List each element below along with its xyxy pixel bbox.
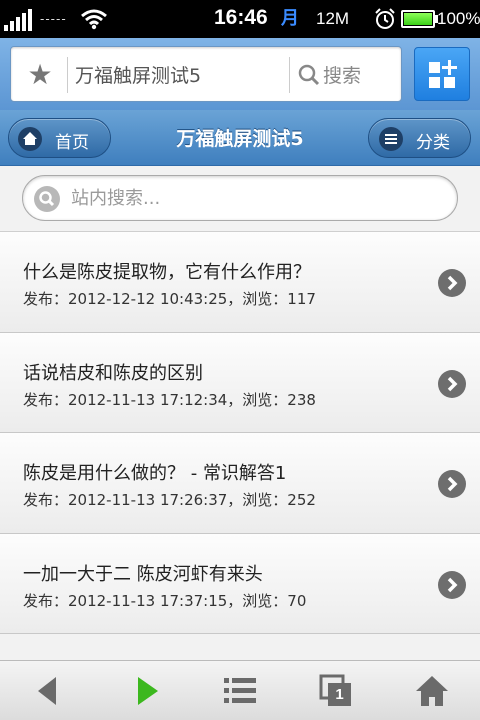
list-item[interactable]: 陈皮是用什么做的？ - 常识解答1 发布：2012-11-13 17:26:37… (0, 433, 480, 534)
article-meta: 发布：2012-12-12 10:43:25，浏览：117 (23, 290, 316, 308)
carrier-name: ----- (40, 12, 67, 26)
site-search-bar (0, 166, 480, 232)
divider (67, 57, 68, 93)
battery-percent: 100% (437, 9, 480, 28)
back-icon[interactable] (30, 673, 66, 709)
article-title: 话说桔皮和陈皮的区别 (23, 362, 203, 384)
memory-indicator: 12M (316, 9, 350, 28)
signal-icon (4, 9, 32, 31)
battery-level-fill (404, 13, 432, 25)
article-title: 什么是陈皮提取物，它有什么作用？ (23, 262, 311, 283)
chevron-right-icon (438, 369, 466, 398)
status-bar: ----- 16:46 月 12M 100% (0, 0, 480, 38)
page-title-field[interactable]: 万福触屏测试5 (75, 61, 201, 88)
home-label: 首页 (55, 133, 89, 153)
home-button[interactable]: 首页 (8, 118, 111, 158)
search-icon[interactable] (297, 63, 321, 87)
star-icon[interactable]: ★ (25, 60, 55, 90)
forward-icon[interactable] (130, 673, 166, 709)
article-meta: 发布：2012-11-13 17:12:34，浏览：238 (23, 390, 316, 409)
home-icon[interactable] (414, 673, 450, 709)
menu-icon[interactable] (222, 673, 258, 709)
list-item[interactable]: 话说桔皮和陈皮的区别 发布：2012-11-13 17:12:34，浏览：238 (0, 332, 480, 433)
search-icon (34, 186, 60, 212)
browser-url-bar: ★ 万福触屏测试5 搜索 (0, 38, 480, 110)
alarm-icon (375, 8, 395, 29)
category-label: 分类 (416, 133, 450, 153)
article-list: 什么是陈皮提取物，它有什么作用？ 发布：2012-12-12 10:43:25，… (0, 232, 480, 634)
chevron-right-icon (438, 269, 466, 297)
windows-button[interactable]: 1 (318, 673, 354, 709)
site-header: 首页 万福触屏测试5 分类 (0, 110, 480, 166)
chevron-right-icon (438, 470, 466, 498)
article-meta: 发布：2012-11-13 17:37:15，浏览：70 (23, 591, 307, 610)
list-item[interactable]: 什么是陈皮提取物，它有什么作用？ 发布：2012-12-12 10:43:25，… (0, 232, 480, 333)
address-box[interactable]: ★ 万福触屏测试5 搜索 (10, 46, 402, 102)
list-item[interactable]: 一加一大于二 陈皮河虾有来头 发布：2012-11-13 17:37:15，浏览… (0, 533, 480, 634)
site-search-box[interactable] (22, 175, 458, 221)
search-label[interactable]: 搜索 (323, 61, 361, 88)
browser-toolbar: 1 (0, 660, 480, 720)
chevron-right-icon (438, 570, 466, 599)
article-title: 陈皮是用什么做的？ - 常识解答1 (23, 463, 287, 484)
list-icon (379, 127, 403, 151)
divider (289, 57, 290, 93)
home-icon (18, 127, 42, 151)
grid-menu-icon (429, 60, 457, 88)
article-meta: 发布：2012-11-13 17:26:37，浏览：252 (23, 491, 316, 509)
category-button[interactable]: 分类 (368, 118, 471, 158)
battery-icon (401, 10, 438, 28)
grid-menu-button[interactable] (414, 47, 470, 101)
windows-count: 1 (335, 686, 344, 703)
calendar-icon: 月 (281, 8, 299, 29)
site-search-input[interactable] (71, 176, 441, 220)
article-title: 一加一大于二 陈皮河虾有来头 (23, 563, 263, 585)
wifi-icon (81, 9, 107, 30)
clock-time: 16:46 (214, 6, 268, 29)
site-title: 万福触屏测试5 (176, 128, 304, 150)
